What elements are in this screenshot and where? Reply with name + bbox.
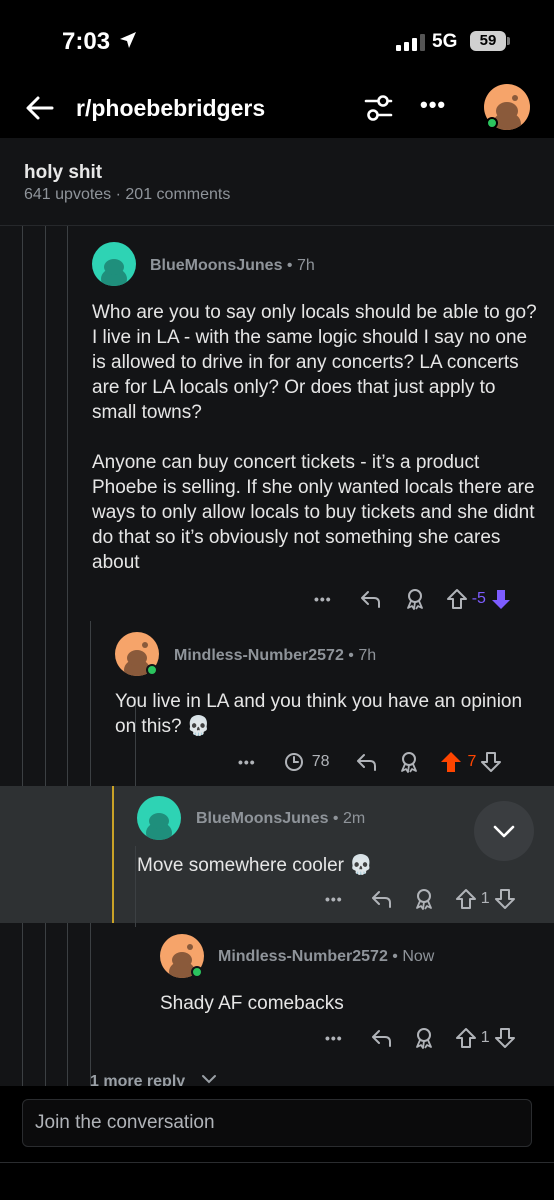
username[interactable]: Mindless-Number2572 bbox=[174, 647, 344, 664]
thread-indent-line bbox=[22, 226, 23, 1086]
active-thread-line bbox=[112, 786, 114, 923]
commenter-avatar[interactable] bbox=[92, 242, 136, 286]
reply-icon[interactable] bbox=[369, 1025, 395, 1051]
post-title: holy shit bbox=[24, 162, 103, 183]
comment-meta: BlueMoonsJunes • 2m bbox=[196, 810, 366, 827]
reply-icon[interactable] bbox=[358, 586, 384, 612]
thread-indent-line bbox=[67, 226, 68, 1086]
comment-meta: Mindless-Number2572 • 7h bbox=[174, 647, 377, 664]
award-icon[interactable] bbox=[411, 1025, 437, 1051]
upvote-icon[interactable] bbox=[453, 886, 479, 912]
upvote-icon[interactable] bbox=[444, 586, 470, 612]
comment-actions: ••• 1 bbox=[325, 885, 518, 913]
more-options-icon[interactable]: ••• bbox=[238, 754, 256, 770]
comment-body: Move somewhere cooler 💀 bbox=[137, 855, 373, 876]
comment-time: 2m bbox=[342, 810, 366, 827]
vote-score: 1 bbox=[480, 890, 490, 907]
upvote-icon-active[interactable] bbox=[438, 749, 464, 775]
downvote-icon[interactable] bbox=[492, 886, 518, 912]
comment-time: 7h bbox=[296, 257, 315, 274]
reply-icon[interactable] bbox=[354, 749, 380, 775]
battery-tip bbox=[507, 37, 510, 45]
back-arrow-icon[interactable] bbox=[22, 90, 58, 126]
comment-thread: BlueMoonsJunes • 7h Who are you to say o… bbox=[0, 226, 554, 1090]
battery-indicator: 59 bbox=[470, 31, 506, 51]
comment-time: 7h bbox=[358, 647, 377, 664]
reply-icon[interactable] bbox=[369, 886, 395, 912]
footer-divider bbox=[0, 1162, 554, 1163]
network-label: 5G bbox=[432, 31, 458, 52]
more-options-icon[interactable]: ••• bbox=[314, 591, 332, 607]
awards-count-icon bbox=[284, 753, 303, 771]
join-conversation-input[interactable] bbox=[22, 1099, 532, 1147]
comment-body: You live in LA and you think you have an… bbox=[115, 691, 523, 737]
username[interactable]: BlueMoonsJunes bbox=[196, 810, 328, 827]
online-status-dot bbox=[486, 117, 498, 129]
subreddit-name[interactable]: r/phoebebridgers bbox=[76, 95, 265, 122]
chevron-down-icon bbox=[493, 825, 515, 838]
more-options-icon[interactable]: ••• bbox=[325, 891, 343, 907]
comment-actions: ••• 78 7 bbox=[238, 748, 504, 776]
thread-indent-line bbox=[45, 226, 46, 1086]
downvote-icon-active[interactable] bbox=[488, 586, 514, 612]
award-icon[interactable] bbox=[411, 886, 437, 912]
post-stats: 641 upvotes · 201 comments bbox=[24, 186, 231, 203]
more-options-icon[interactable]: ••• bbox=[325, 1030, 343, 1046]
awards-count: 78 bbox=[311, 753, 330, 770]
award-icon[interactable] bbox=[402, 586, 428, 612]
comment-actions: ••• 1 bbox=[325, 1024, 518, 1052]
status-time: 7:03 bbox=[62, 28, 111, 55]
downvote-icon[interactable] bbox=[492, 1025, 518, 1051]
comment-time: Now bbox=[402, 948, 435, 965]
commenter-avatar[interactable] bbox=[137, 796, 181, 840]
username[interactable]: Mindless-Number2572 bbox=[218, 948, 388, 965]
online-status-dot bbox=[191, 966, 203, 978]
location-arrow-icon bbox=[120, 32, 136, 48]
username[interactable]: BlueMoonsJunes bbox=[150, 257, 282, 274]
collapse-thread-button[interactable] bbox=[474, 801, 534, 861]
thread-indent-line bbox=[135, 846, 136, 926]
vote-score: 7 bbox=[467, 753, 477, 770]
comment-paragraph: Anyone can buy concert tickets - it’s a … bbox=[92, 452, 535, 573]
sort-filter-icon[interactable] bbox=[360, 90, 396, 126]
comment-paragraph: Who are you to say only locals should be… bbox=[92, 302, 537, 423]
comment-body: Who are you to say only locals should be… bbox=[92, 300, 540, 575]
online-status-dot bbox=[146, 664, 158, 676]
award-icon[interactable] bbox=[396, 749, 422, 775]
vote-score: -5 bbox=[471, 590, 486, 607]
signal-icon bbox=[396, 34, 425, 51]
reply-footer bbox=[0, 1086, 554, 1200]
comment-body: Shady AF comebacks bbox=[160, 993, 344, 1014]
status-bar: 7:03 5G 59 bbox=[0, 0, 554, 80]
post-header[interactable]: holy shit 641 upvotes · 201 comments bbox=[0, 138, 554, 226]
chevron-down-icon bbox=[201, 1075, 216, 1084]
comment-actions: ••• -5 bbox=[314, 585, 514, 613]
comment-meta: Mindless-Number2572 • Now bbox=[218, 948, 435, 965]
vote-score: 1 bbox=[480, 1029, 490, 1046]
more-options-icon[interactable]: ••• bbox=[420, 92, 446, 118]
top-bar: r/phoebebridgers ••• bbox=[0, 80, 554, 138]
downvote-icon[interactable] bbox=[478, 749, 504, 775]
upvote-icon[interactable] bbox=[453, 1025, 479, 1051]
comment-meta: BlueMoonsJunes • 7h bbox=[150, 257, 315, 274]
